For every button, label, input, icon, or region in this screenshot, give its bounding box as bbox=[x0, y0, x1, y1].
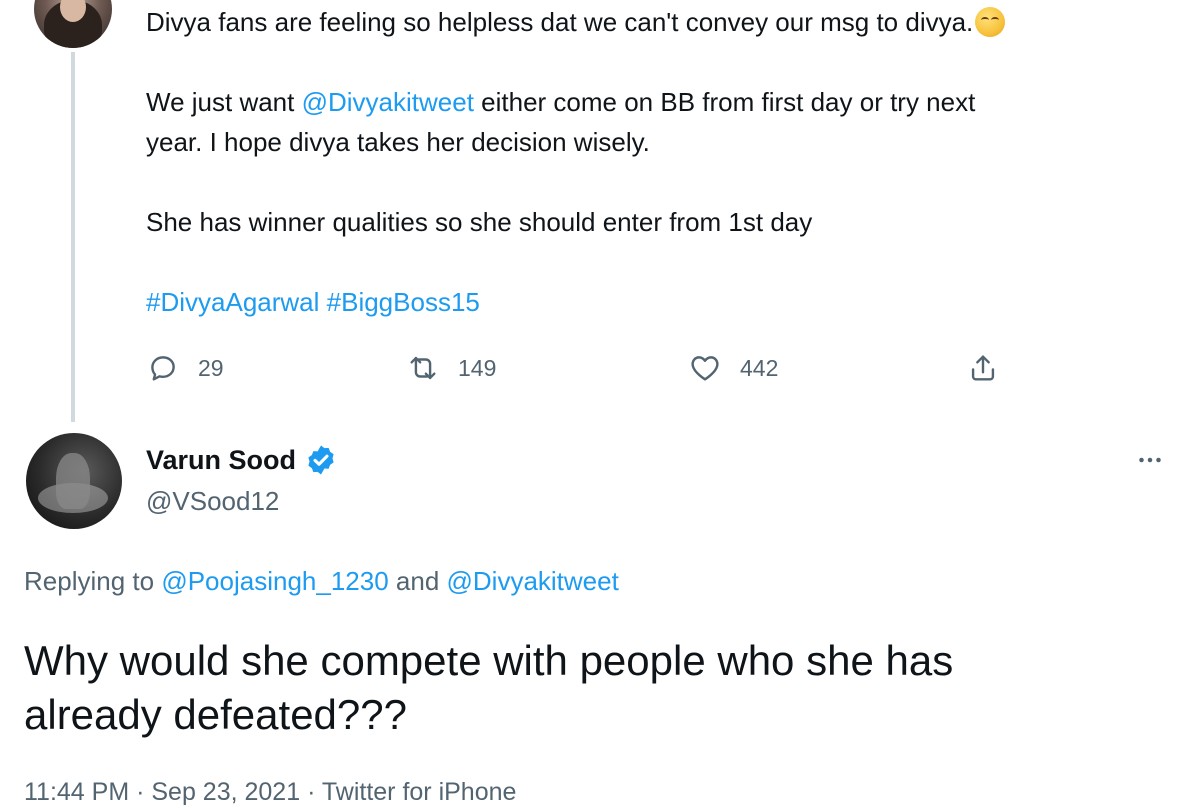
share-icon bbox=[971, 355, 995, 381]
tweet-source[interactable]: Twitter for iPhone bbox=[322, 778, 517, 806]
tweet-date[interactable]: Sep 23, 2021 bbox=[151, 778, 300, 806]
retweet-action[interactable]: 149 bbox=[406, 348, 496, 388]
heart-icon bbox=[691, 356, 719, 381]
parent-tweet-line-3: year. I hope divya takes her decision wi… bbox=[146, 127, 650, 157]
reply-author-handle[interactable]: @VSood12 bbox=[146, 486, 279, 517]
replying-to-line: Replying to @Poojasingh_1230 and @Divyak… bbox=[24, 566, 619, 597]
tweet-timestamp[interactable]: 11:44 PM · Sep 23, 2021 · Twitter for iP… bbox=[24, 778, 516, 807]
share-action[interactable] bbox=[966, 348, 1000, 388]
hashtag-link-biggboss15[interactable]: #BiggBoss15 bbox=[327, 287, 480, 317]
retweet-icon bbox=[410, 356, 436, 380]
reply-tweet-line-2: already defeated??? bbox=[24, 691, 407, 738]
display-name-text[interactable]: Varun Sood bbox=[146, 445, 296, 476]
like-action[interactable]: 442 bbox=[688, 348, 778, 388]
parent-tweet-line-2-end: either come on BB from first day or try … bbox=[473, 87, 976, 117]
parent-author-avatar[interactable] bbox=[34, 0, 112, 48]
reply-tweet-line-1: Why would she compete with people who sh… bbox=[24, 637, 954, 684]
replying-prefix: Replying to bbox=[24, 566, 162, 596]
parent-tweet-line-2: We just want @Divyakitweet either come o… bbox=[146, 82, 975, 122]
reply-author-avatar[interactable] bbox=[26, 433, 122, 529]
reply-author-name[interactable]: Varun Sood bbox=[146, 443, 338, 477]
mention-link-poojasingh[interactable]: @Poojasingh_1230 bbox=[161, 566, 388, 596]
reply-tweet-text: Why would she compete with people who sh… bbox=[24, 634, 1174, 742]
parent-tweet-hashtags: #DivyaAgarwal #BiggBoss15 bbox=[146, 282, 480, 322]
mention-link-divyakitweet-reply[interactable]: @Divyakitweet bbox=[447, 566, 619, 596]
tweet-time[interactable]: 11:44 PM bbox=[24, 778, 129, 806]
reply-count: 29 bbox=[198, 354, 224, 381]
hashtag-link-divyaagarwal[interactable]: #DivyaAgarwal bbox=[146, 287, 319, 317]
meta-separator-1: · bbox=[129, 778, 152, 806]
mention-link-divyakitweet[interactable]: @Divyakitweet bbox=[302, 87, 474, 117]
meta-separator-2: · bbox=[300, 778, 322, 806]
parent-tweet-line-1: Divya fans are feeling so helpless dat w… bbox=[146, 2, 1006, 42]
like-count: 442 bbox=[740, 354, 779, 381]
rolling-eyes-emoji-icon bbox=[975, 7, 1006, 37]
avatar-photo-figure bbox=[56, 453, 90, 509]
parent-tweet-line-2-start: We just want bbox=[146, 87, 302, 117]
reply-bubble-icon bbox=[151, 356, 175, 381]
more-options-button[interactable] bbox=[1128, 440, 1172, 480]
thread-connector-line bbox=[71, 52, 75, 422]
replying-and: and bbox=[388, 566, 447, 596]
reply-action[interactable]: 29 bbox=[146, 348, 224, 388]
parent-tweet-line-4: She has winner qualities so she should e… bbox=[146, 207, 813, 237]
verified-badge-icon bbox=[304, 443, 338, 477]
parent-tweet-line-1-text: Divya fans are feeling so helpless dat w… bbox=[146, 7, 974, 37]
retweet-count: 149 bbox=[458, 354, 497, 381]
more-dots-icon bbox=[1139, 457, 1161, 463]
